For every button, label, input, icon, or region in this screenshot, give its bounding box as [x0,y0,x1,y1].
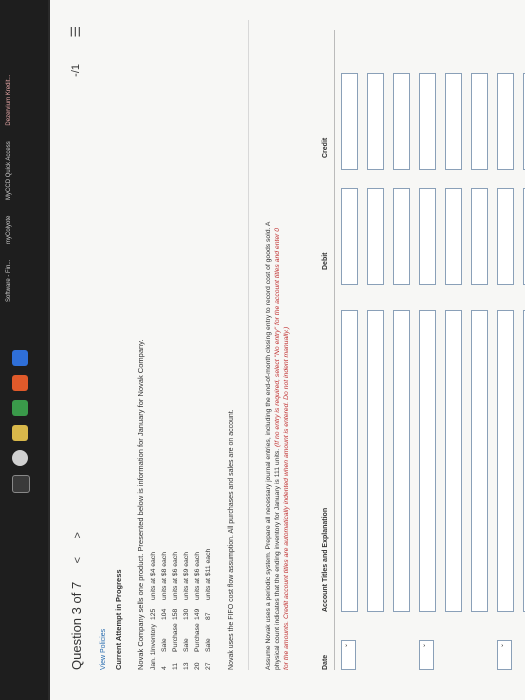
credit-input[interactable] [393,73,410,170]
credit-input[interactable] [419,73,436,170]
tab-software[interactable]: Software - Fin... [6,260,12,302]
journal-header: Date Account Titles and Explanation Debi… [318,30,335,670]
instructions: Assume Novak uses a periodic system. Pre… [264,220,291,670]
debit-input[interactable] [367,188,384,285]
tab-other[interactable]: Dezervium Kredit... [6,75,12,126]
question-header: Question 3 of 7 < > -/1 ☰ [68,20,92,670]
debit-input[interactable] [445,188,462,285]
taskbar-app-icon[interactable] [12,375,28,391]
date-select[interactable]: ⌄ [341,640,356,670]
credit-input[interactable] [341,73,358,170]
table-row: 4Sale104units at $8 each [161,552,168,670]
account-title-input[interactable] [393,310,410,612]
question-panel: Question 3 of 7 < > -/1 ☰ View Policies … [50,0,525,700]
taskbar-app-icon[interactable] [12,350,28,366]
debit-input[interactable] [471,188,488,285]
date-select[interactable]: ⌄ [497,640,512,670]
table-row [439,30,465,670]
table-row [361,30,387,670]
next-question-button[interactable]: > [72,532,84,538]
account-title-input[interactable] [419,310,436,612]
account-title-input[interactable] [341,310,358,612]
browser-chrome: Software - Fin... myColyote MyCCD Quick … [0,0,48,700]
table-row: Jan. 1Inventory125units at $4 each [150,552,157,670]
credit-header: Credit [322,137,329,158]
table-row [387,30,413,670]
table-row: ⌄ [335,30,361,670]
account-title-input[interactable] [367,310,384,612]
debit-input[interactable] [497,188,514,285]
debit-input[interactable] [393,188,410,285]
prev-question-button[interactable]: < [72,557,84,563]
account-title-input[interactable] [471,310,488,612]
table-row: 27Sale87units at $11 each [205,548,212,670]
credit-input[interactable] [367,73,384,170]
account-title-input[interactable] [445,310,462,612]
tab-myccd[interactable]: MyCCD Quick Access [6,141,12,200]
debit-input[interactable] [341,188,358,285]
intro-text: Novak Company sells one product. Present… [136,339,145,670]
credit-input[interactable] [471,73,488,170]
cost-flow-note: Novak uses the FIFO cost flow assumption… [228,409,235,670]
taskbar-app-icon[interactable] [12,475,30,493]
date-header: Date [322,654,329,670]
page: Question 3 of 7 < > -/1 ☰ View Policies … [50,0,525,700]
browser-tabs: Software - Fin... myColyote MyCCD Quick … [6,2,12,302]
account-title-input[interactable] [497,310,514,612]
question-title: Question 3 of 7 [69,581,84,670]
taskbar-chrome-icon[interactable] [12,450,28,466]
account-header: Account Titles and Explanation [322,507,329,612]
divider [248,20,249,670]
credit-input[interactable] [445,73,462,170]
debit-input[interactable] [419,188,436,285]
taskbar-app-icon[interactable] [12,425,28,441]
table-row: 20Purchase149units at $6 each [194,552,201,670]
journal-table: Date Account Titles and Explanation Debi… [318,30,525,670]
table-row: 11Purchase158units at $6 each [172,552,179,670]
table-row: 13Sale130units at $9 each [183,552,190,670]
debit-header: Debit [322,252,329,271]
table-row [517,30,525,670]
view-policies-link[interactable]: View Policies [100,629,107,670]
credit-input[interactable] [497,73,514,170]
taskbar-app-icon[interactable] [12,400,28,416]
attempt-status: Current Attempt in Progress [114,569,123,670]
table-row: ⌄ [413,30,439,670]
tab-mycoyote[interactable]: myColyote [6,216,12,244]
transactions-table: Jan. 1Inventory125units at $4 each 4Sale… [150,520,216,670]
score: -/1 [70,64,82,77]
table-row [465,30,491,670]
table-row: ⌄ [491,30,517,670]
date-select[interactable]: ⌄ [419,640,434,670]
hamburger-icon[interactable]: ☰ [68,26,84,38]
